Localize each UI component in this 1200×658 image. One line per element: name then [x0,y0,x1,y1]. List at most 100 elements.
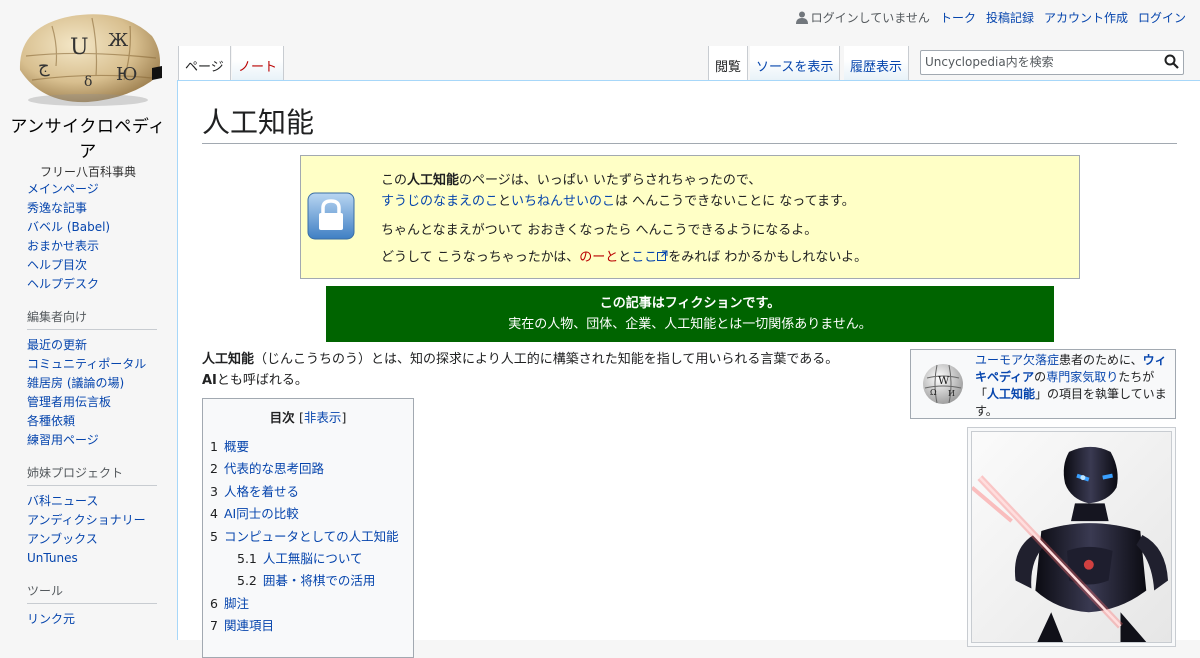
tab-view-source-label: ソースを表示 [756,60,834,75]
sidebar-item-babel[interactable]: バベル (Babel) [27,220,110,234]
sidebar-tools-heading: ツール [27,582,157,604]
search-input[interactable] [921,51,1151,73]
intro-alt: AI [202,373,217,388]
tab-talk-label: ノート [238,60,278,75]
toc-number: 6 [210,595,218,611]
page-title: 人工知能 [202,101,1177,144]
toc-number: 1 [210,439,218,454]
sidebar-item-main-page[interactable]: メインページ [27,182,99,196]
expert-link[interactable]: 専門家気取り [1046,370,1118,384]
search-button[interactable] [1164,54,1179,73]
tab-page[interactable]: ページ [178,46,231,81]
contributions-link[interactable]: 投稿記録 [986,9,1034,26]
sidebar: メインページ 秀逸な記事 バベル (Babel) おまかせ表示 ヘルプ目次 ヘル… [0,180,176,643]
tab-view-source[interactable]: ソースを表示 [750,46,841,80]
sidebar-item-news[interactable]: バ科ニュース [27,494,98,508]
toc-item[interactable]: 5 コンピュータとしての人工知能 [210,526,406,548]
wikipedia-notice-text: ユーモア欠落症患者のために、ウィキペディアの専門家気取りたちが「人工知能」の項目… [975,352,1173,420]
sidebar-item-admin-noticeboard[interactable]: 管理者用伝言板 [27,395,111,409]
lock-icon [307,192,355,240]
here-external-link[interactable]: ここ [631,250,657,265]
personal-tools: ログインしていません トーク 投稿記録 アカウント作成 ログイン [795,9,1186,26]
protect-text: どうして こうなっちゃったかは、 [381,250,580,265]
svg-text:δ: δ [84,74,92,90]
svg-text:U: U [70,35,89,60]
sidebar-item-village-pump[interactable]: 雑居房 (議論の場) [27,376,124,390]
toc-link[interactable]: 関連項目 [224,618,274,633]
personal-talk-link[interactable]: トーク [940,9,976,26]
toc-link[interactable]: 概要 [224,439,249,454]
toc-hide-toggle[interactable]: 非表示 [304,410,342,425]
content-area: 人工知能 この人工知能のページは、いっぱい いたずらされちゃったので、 すうじの… [177,80,1200,658]
sidebar-item-books[interactable]: アンブックス [27,532,98,546]
intro-paragraph: 人工知能（じんこうちのう）とは、知の探求により人工的に構築された知能を指して用い… [202,349,892,391]
toc-item[interactable]: 6 脚注 [210,593,406,615]
protect-line-4: どうして こうなっちゃったかは、のーととここ をみれば わかるかもしれないよ。 [381,246,867,265]
toc-list: 1 概要 2 代表的な思考回路 3 人格を着せる 4 AI同士の比較 5 コンピュータとし… [210,436,406,638]
toc-link[interactable]: 人格を着せる [224,484,299,499]
toc-link[interactable]: 囲碁・将棋での活用 [263,573,376,588]
site-logo[interactable]: U Ж ج Ю δ アンサイクロペディア フリー八百科事典 [8,6,168,179]
sidebar-item-what-links-here[interactable]: リンク元 [27,612,75,626]
user-icon [795,11,808,24]
sidebar-sister: 姉妹プロジェクト バ科ニュース アンディクショナリー アンブックス UnTune… [27,464,176,568]
humor-deficiency-link[interactable]: ユーモア欠落症 [975,353,1059,367]
site-tagline: フリー八百科事典 [39,165,136,179]
not-logged-in-label: ログインしていません [810,11,930,25]
toc-link[interactable]: コンピュータとしての人工知能 [224,529,399,544]
tab-talk[interactable]: ノート [232,46,285,80]
toc-item[interactable]: 1 概要 [210,436,406,458]
external-link-icon [657,250,668,261]
protect-line-1: この人工知能のページは、いっぱい いたずらされちゃったので、 [381,169,761,188]
wp-text: の [1034,370,1047,384]
login-link[interactable]: ログイン [1138,9,1186,26]
toc-link[interactable]: 人工無脳について [263,551,363,566]
sidebar-item-help-desk[interactable]: ヘルプデスク [27,277,99,291]
create-account-link[interactable]: アカウント作成 [1044,9,1128,26]
sidebar-item-help-contents[interactable]: ヘルプ目次 [27,258,87,272]
sidebar-item-untunes[interactable]: UnTunes [27,551,78,565]
sidebar-item-community-portal[interactable]: コミュニティポータル [27,357,146,371]
ip-users-link[interactable]: すうじのなまえのこ [381,194,498,209]
sidebar-item-featured[interactable]: 秀逸な記事 [27,201,87,215]
toc-title: 目次 [269,410,295,425]
toc-subitem[interactable]: 5.1 人工無脳について [210,548,406,570]
sidebar-main-nav: メインページ 秀逸な記事 バベル (Babel) おまかせ表示 ヘルプ目次 ヘル… [27,180,176,294]
toc-link[interactable]: AI同士の比較 [224,506,299,521]
not-logged-in: ログインしていません [795,9,930,26]
svg-text:Ж: Ж [108,30,129,51]
tab-history[interactable]: 履歴表示 [844,46,910,80]
wikipedia-article-link[interactable]: 人工知能 [987,387,1035,401]
robot-image [971,431,1172,643]
robot-thumbnail[interactable] [967,427,1176,647]
protect-text: のページは、いっぱい いたずらされちゃったので、 [459,173,762,188]
sidebar-item-sandbox[interactable]: 練習用ページ [27,433,99,447]
toc-item[interactable]: 7 関連項目 [210,615,406,637]
toc-subitem[interactable]: 5.2 囲碁・将棋での活用 [210,570,406,592]
sidebar-item-dictionary[interactable]: アンディクショナリー [27,513,146,527]
toc-link[interactable]: 代表的な思考回路 [224,461,324,476]
toc-item[interactable]: 4 AI同士の比較 [210,503,406,525]
sidebar-item-random[interactable]: おまかせ表示 [27,239,99,253]
tab-history-label: 履歴表示 [850,60,903,75]
tab-read[interactable]: 閲覧 [708,46,749,81]
toc-item[interactable]: 3 人格を着せる [210,481,406,503]
toc-number: 5.2 [237,573,257,589]
svg-text:Ω: Ω [930,388,937,397]
talk-redlink[interactable]: のーと [579,250,618,265]
protect-line-3: ちゃんとなまえがついて おおきくなったら へんこうできるようになるよ。 [381,223,818,238]
toc-number: 5 [210,528,218,544]
new-users-link[interactable]: いちねんせいのこ [511,194,615,209]
toc-item[interactable]: 2 代表的な思考回路 [210,458,406,480]
sidebar-item-requests[interactable]: 各種依頼 [27,414,75,428]
intro-alt-rest: とも呼ばれる。 [216,373,308,388]
puzzle-globe-logo: U Ж ج Ю δ [19,14,162,106]
toc-link[interactable]: 脚注 [224,596,249,611]
svg-text:И: И [948,389,955,398]
protect-page-name: 人工知能 [407,173,460,188]
wikipedia-notice-box: W Ω И ユーモア欠落症患者のために、ウィキペディアの専門家気取りたちが「人工… [910,349,1176,419]
protect-line-2: すうじのなまえのこといちねんせいのこは へんこうできないことに なってます。 [381,190,855,209]
sidebar-item-recent-changes[interactable]: 最近の更新 [27,338,87,352]
intro-term: 人工知能 [202,352,255,367]
tab-read-label: 閲覧 [715,60,742,75]
